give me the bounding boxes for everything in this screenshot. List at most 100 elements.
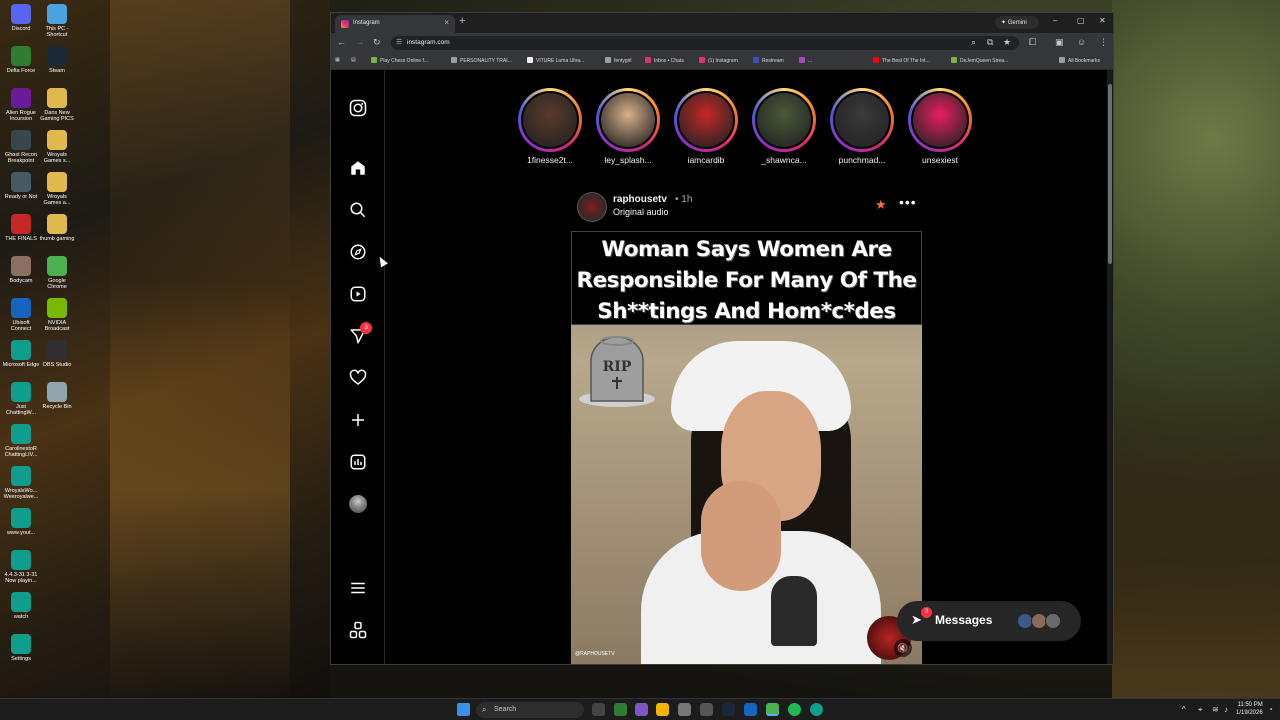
forward-icon[interactable]: → [355,37,364,47]
page-scrollbar[interactable] [1107,70,1113,664]
file-explorer-icon[interactable] [656,703,669,716]
story-item[interactable]: _shawnca... [751,88,817,165]
desktop-icon[interactable]: Delta Force [2,46,40,74]
desktop-icon[interactable]: thumb gaming [38,214,76,242]
chrome-icon[interactable] [766,703,779,716]
apps-icon[interactable]: ▦ [335,57,340,63]
desktop-icon[interactable]: CarolinestoR ChattingLIV... [2,424,40,458]
messages-button[interactable]: ➤ 3 Messages [897,601,1081,641]
minimize-icon[interactable]: – [1053,16,1057,25]
address-bar[interactable]: ☰ instagram.com [391,36,1019,50]
sidepanel-icon[interactable]: ▣ [1055,37,1064,48]
story-item[interactable]: punchmad... [829,88,895,165]
post-author-avatar[interactable] [577,192,607,222]
desktop-icon[interactable]: Bodycam [2,256,40,284]
bookmark-item[interactable]: PERSONALITY TRAI... [451,57,512,64]
bookmark-item[interactable]: fentygirl [605,57,632,64]
bookmark-item[interactable]: Restream [753,57,784,64]
story-item[interactable]: iamcardib [673,88,739,165]
new-tab-icon[interactable]: + [459,15,465,27]
grid-icon[interactable]: ▤ [351,57,356,63]
desktop-icon[interactable]: This PC - Shortcut [38,4,76,38]
app-icon[interactable] [614,703,627,716]
desktop-icon[interactable]: Google Chrome [38,256,76,290]
desktop-icon[interactable]: Recycle Bin [38,382,76,410]
store-icon[interactable] [678,703,691,716]
system-clock[interactable]: 11:50 PM 1/19/2026 [1236,701,1263,717]
bookmark-item[interactable]: Inbox • Chats [645,57,684,64]
desktop-icon[interactable]: Ghost Recon Breakpoint [2,130,40,164]
desktop-icon[interactable]: Just ChattingW... [2,382,40,416]
steam-icon[interactable] [722,703,735,716]
desktop-icon[interactable]: Wroyals Games a... [38,172,76,206]
desktop-icon[interactable]: Microsoft Edge [2,340,40,368]
profile-icon[interactable]: ☺ [1077,37,1086,47]
reels-icon[interactable] [348,284,368,304]
heart-icon[interactable] [348,368,368,388]
desktop-icon[interactable]: www.yout... [2,508,40,536]
bookmark-item[interactable]: All Bookmarks [1059,57,1100,64]
home-icon[interactable] [348,158,368,178]
desktop-icon[interactable]: Wroyals Games s... [38,130,76,164]
copilot-icon[interactable] [635,703,648,716]
spotify-icon[interactable] [788,703,801,716]
mute-icon[interactable]: 🔇 [894,639,912,657]
app-icon[interactable] [744,703,757,716]
desktop-icon[interactable]: NVIDIA Broadcast [38,298,76,332]
story-item[interactable]: unsexiest [907,88,973,165]
post-video[interactable]: Woman Says Women Are Responsible For Man… [571,231,922,664]
back-icon[interactable]: ← [337,37,346,47]
desktop-icon[interactable]: Steam [38,46,76,74]
profile-avatar[interactable] [348,494,368,514]
post-options-icon[interactable]: ••• [899,194,917,210]
bookmark-item[interactable]: The Best Of The Int... [873,57,930,64]
desktop-icon[interactable]: WroyalsWo... Weeroyalwe... [2,466,40,500]
bookmark-item[interactable]: DeJemQueen Strea... [951,57,1008,64]
bookmark-item[interactable]: VITURE Luma Ultra... [527,57,584,64]
notification-icon[interactable]: ◔ [1268,705,1273,714]
gemini-button[interactable]: ✦ Gemini [995,16,1039,29]
tab-instagram[interactable]: Instagram × [335,15,455,33]
close-tab-icon[interactable]: × [444,18,449,27]
taskbar-search[interactable]: ⌕ Search [476,702,584,718]
desktop-icon[interactable]: Alien Rogue Incursion [2,88,40,122]
scrollbar-thumb[interactable] [1108,84,1112,264]
zoom-icon[interactable]: ⌕ [971,37,976,48]
wifi-icon[interactable]: ≋ [1212,705,1219,714]
desktop-icon[interactable]: watch [2,592,40,620]
more-menu-icon[interactable] [348,578,368,598]
desktop-icon[interactable]: Discord [2,4,40,32]
also-from-meta-icon[interactable] [348,620,368,640]
desktop-icon[interactable]: THE FINALS [2,214,40,242]
tray-chevron-icon[interactable]: ^ [1182,705,1186,714]
close-window-icon[interactable]: ✕ [1099,16,1106,25]
edge-icon[interactable] [810,703,823,716]
post-audio[interactable]: Original audio [613,207,669,217]
explore-icon[interactable] [348,242,368,262]
volume-icon[interactable]: ♪ [1224,705,1228,714]
desktop-icon[interactable]: OBS Studio [38,340,76,368]
search-icon[interactable] [348,200,368,220]
story-item[interactable]: ley_splash... [595,88,661,165]
favorite-star-icon[interactable]: ★ [875,197,887,213]
desktop-icon[interactable]: Ubisoft Connect [2,298,40,332]
start-button[interactable] [457,703,470,716]
bookmark-star-icon[interactable]: ★ [1003,37,1011,48]
menu-icon[interactable]: ⋮ [1099,37,1108,48]
maximize-icon[interactable]: ▢ [1077,16,1085,25]
story-item[interactable]: 1finesse2t... [517,88,583,165]
desktop-icon[interactable]: 4.4.3-31 3-31 Now playin... [2,550,40,584]
extensions-icon[interactable]: ⧠ [1029,37,1036,48]
location-icon[interactable]: ⌖ [1198,705,1203,715]
desktop-icon[interactable]: Ready or Not [2,172,40,200]
reload-icon[interactable]: ↻ [373,37,381,48]
install-icon[interactable]: ⧉ [987,37,993,48]
bookmark-item[interactable]: (1) Instagram [699,57,738,64]
desktop-icon[interactable]: Dans New Gaming PICS [38,88,76,122]
desktop-icon[interactable]: Settings [2,634,40,662]
create-icon[interactable] [348,410,368,430]
instagram-logo-icon[interactable] [348,98,368,118]
post-username[interactable]: raphousetv [613,194,667,205]
site-info-icon[interactable]: ☰ [396,38,402,46]
taskview-icon[interactable] [592,703,605,716]
